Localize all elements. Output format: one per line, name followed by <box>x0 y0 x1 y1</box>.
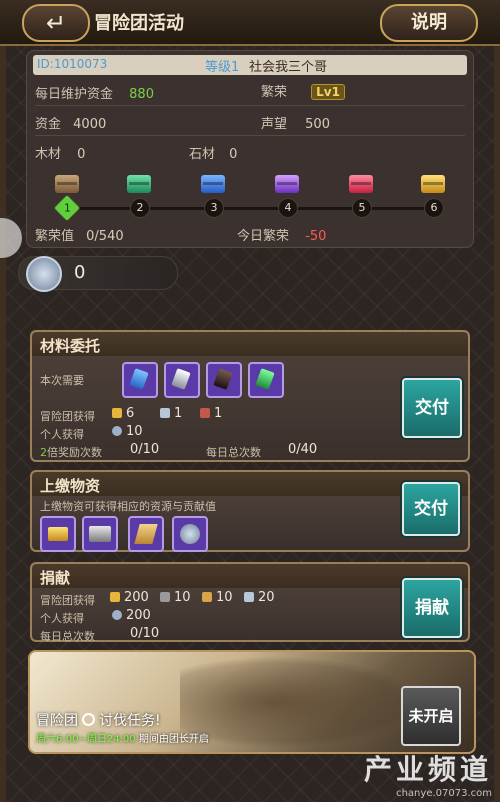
wood-label: 木材 <box>35 147 62 162</box>
donation-card: 捐献 冒险团获得 200 10 10 20 个人获得 200 每日总次数 0/1… <box>30 562 470 643</box>
personal-value: 10 <box>126 424 143 439</box>
bonus-multiplier: 2 <box>40 446 47 459</box>
contribution-value: 0 <box>74 262 86 283</box>
prosperity-label: 繁荣 <box>261 85 288 100</box>
chest-icon[interactable] <box>275 175 299 193</box>
divider <box>35 135 465 136</box>
event-not-open-button[interactable]: 未开启 <box>401 686 461 746</box>
contribution-icon <box>112 610 122 620</box>
daily-label: 每日总次数 <box>40 630 95 643</box>
guild-gain-prosperity: 1 <box>214 406 223 421</box>
bonus-value: 0/10 <box>130 442 160 457</box>
donation-gain-fame: 20 <box>258 590 275 605</box>
chest-icon[interactable] <box>201 175 225 193</box>
today-prosperity-label: 今日繁荣 <box>237 229 290 244</box>
prosperity-value-label: 繁荣值 <box>35 229 75 244</box>
daily-label: 每日总次数 <box>206 446 261 459</box>
personal-label: 个人获得 <box>40 612 84 625</box>
guild-gain-fame: 1 <box>174 406 183 421</box>
donation-gain-stone: 10 <box>174 590 191 605</box>
chest-icon[interactable] <box>127 175 151 193</box>
page-title: 冒险团活动 <box>94 13 184 34</box>
guild-gain-funds: 6 <box>126 406 135 421</box>
milestone-node: 3 <box>204 198 224 218</box>
wood-icon <box>202 592 212 602</box>
guild-emblem-icon <box>26 256 62 292</box>
card-header: 材料委托 <box>32 332 468 356</box>
tribute-card: 上缴物资 上缴物资可获得相应的资源与贡献值 交付 <box>30 470 470 552</box>
donation-daily-value: 0/10 <box>130 626 160 641</box>
bonus-label: 倍奖励次数 <box>47 446 102 459</box>
stone-value: 0 <box>229 147 238 162</box>
funds-value: 4000 <box>73 117 107 132</box>
card-title: 材料委托 <box>40 337 101 355</box>
return-arrow-icon: ↵ <box>45 9 67 37</box>
chest-icon[interactable] <box>421 175 445 193</box>
fame-value: 500 <box>305 117 330 132</box>
fame-label: 声望 <box>261 117 288 132</box>
tribute-description: 上缴物资可获得相应的资源与贡献值 <box>40 500 216 513</box>
gold-bar-icon[interactable] <box>40 516 76 552</box>
guild-level: 等级1 <box>205 60 240 75</box>
submit-tribute-button[interactable]: 交付 <box>402 482 460 536</box>
prosperity-value: 0/540 <box>86 229 124 244</box>
blue-crystal-icon[interactable] <box>122 362 158 398</box>
back-button[interactable]: ↵ <box>22 4 90 42</box>
chest-icon[interactable] <box>349 175 373 193</box>
event-title: 冒险团 讨伐任务! <box>36 713 161 729</box>
milestone-node: 1 <box>52 193 82 223</box>
guild-gain-label: 冒险团获得 <box>40 594 95 607</box>
milestone-node: 6 <box>424 198 444 218</box>
help-button[interactable]: 说明 <box>380 4 478 42</box>
stone-block-icon[interactable] <box>82 516 118 552</box>
fame-icon <box>244 592 254 602</box>
materials-card: 材料委托 本次需要 冒险团获得 6 1 1 个人获得 10 2倍奖励次数 0/1… <box>30 330 470 462</box>
stone-label: 石材 <box>189 147 216 162</box>
card-title: 捐献 <box>40 569 71 587</box>
raid-event-banner: 冒险团 讨伐任务! 周六6:00~周日24:00 期间由团长开启 未开启 <box>28 650 476 754</box>
fame-icon <box>160 408 170 418</box>
stone-icon <box>160 592 170 602</box>
dark-crystal-icon[interactable] <box>206 362 242 398</box>
watermark: 产业频道 chanye.07073.com <box>363 753 492 799</box>
green-crystal-icon[interactable] <box>248 362 284 398</box>
milestone-node: 4 <box>278 198 298 218</box>
prosperity-track <box>65 207 439 210</box>
coin-icon <box>110 592 120 602</box>
donation-gain-wood: 10 <box>216 590 233 605</box>
guild-info-panel: ID:1010073 等级1 社会我三个哥 每日维护资金 880 繁荣 Lv1 … <box>26 50 474 248</box>
divider <box>35 105 465 106</box>
coin-icon <box>112 408 122 418</box>
prosperity-level-badge: Lv1 <box>311 84 345 100</box>
guild-badge-icon[interactable] <box>172 516 208 552</box>
funds-label: 资金 <box>35 117 62 132</box>
submit-materials-button[interactable]: 交付 <box>402 378 462 438</box>
guild-name: 社会我三个哥 <box>249 60 328 75</box>
status-dot-icon <box>82 713 95 726</box>
guild-id: ID:1010073 <box>37 57 108 71</box>
milestone-node: 2 <box>130 198 150 218</box>
donation-personal-value: 200 <box>126 608 151 623</box>
donation-gain-funds: 200 <box>124 590 149 605</box>
daily-value: 0/40 <box>288 442 318 457</box>
chest-icon[interactable] <box>55 175 79 193</box>
white-crystal-icon[interactable] <box>164 362 200 398</box>
contribution-icon <box>112 426 122 436</box>
today-prosperity-value: -50 <box>305 229 327 244</box>
card-title: 上缴物资 <box>40 477 101 495</box>
need-label: 本次需要 <box>40 374 84 387</box>
top-bar: ↵ 冒险团活动 说明 <box>0 0 500 46</box>
wood-plank-icon[interactable] <box>128 516 164 552</box>
donate-button[interactable]: 捐献 <box>402 578 462 638</box>
guild-gain-label: 冒险团获得 <box>40 410 95 423</box>
wood-value: 0 <box>77 147 86 162</box>
milestone-node: 5 <box>352 198 372 218</box>
event-artwork <box>180 656 420 748</box>
prosperity-icon <box>200 408 210 418</box>
event-schedule: 周六6:00~周日24:00 期间由团长开启 <box>36 734 209 745</box>
personal-label: 个人获得 <box>40 428 84 441</box>
upkeep-value: 880 <box>129 87 154 102</box>
upkeep-label: 每日维护资金 <box>35 87 114 102</box>
